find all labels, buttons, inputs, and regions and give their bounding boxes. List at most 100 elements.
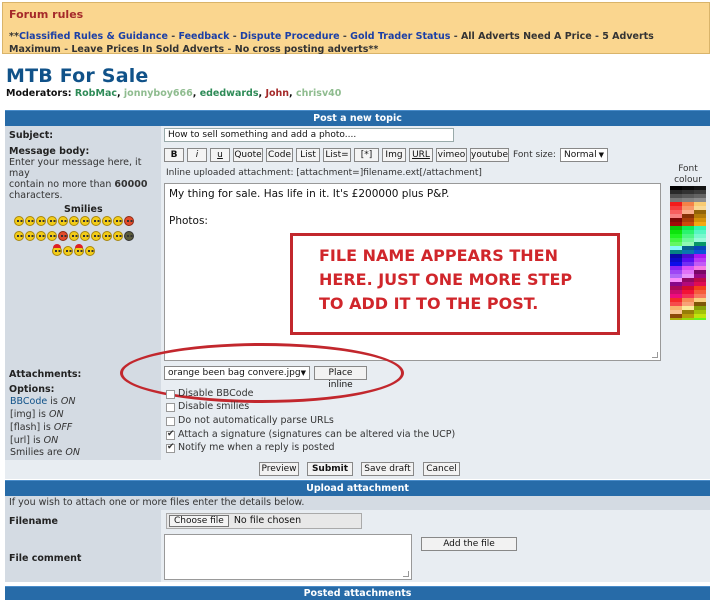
colour-swatch[interactable] — [670, 218, 682, 222]
add-file-button[interactable]: Add the file — [421, 537, 517, 551]
colour-swatch[interactable] — [694, 250, 706, 254]
colour-swatch[interactable] — [670, 270, 682, 274]
colour-swatch[interactable] — [670, 258, 682, 262]
attach-signature-checkbox[interactable] — [166, 429, 175, 440]
underline-button[interactable]: u — [210, 148, 230, 162]
forum-title[interactable]: MTB For Sale — [6, 65, 149, 87]
colour-swatch[interactable] — [694, 274, 706, 278]
subject-input[interactable]: How to sell something and add a photo...… — [164, 128, 454, 142]
smiley-icon[interactable] — [58, 231, 68, 241]
notify-reply-checkbox[interactable] — [166, 442, 175, 453]
colour-swatch[interactable] — [670, 294, 682, 298]
smiley-icon[interactable] — [58, 216, 68, 226]
moderator-link[interactable]: chrisv40 — [296, 88, 341, 99]
colour-swatch[interactable] — [694, 282, 706, 286]
rule-link-gold-trader[interactable]: Gold Trader Status — [350, 31, 450, 42]
submit-button[interactable]: Submit — [307, 462, 353, 476]
colour-swatch[interactable] — [670, 246, 682, 250]
colour-swatch[interactable] — [694, 198, 706, 202]
colour-swatch[interactable] — [682, 198, 694, 202]
smiley-icon[interactable] — [14, 231, 24, 241]
colour-swatch[interactable] — [682, 206, 694, 210]
colour-swatch[interactable] — [682, 298, 694, 302]
colour-swatch[interactable] — [682, 210, 694, 214]
colour-swatch[interactable] — [682, 242, 694, 246]
rule-link-dispute[interactable]: Dispute Procedure — [240, 31, 340, 42]
colour-swatch[interactable] — [694, 194, 706, 198]
colour-swatch[interactable] — [694, 246, 706, 250]
smiley-icon[interactable] — [36, 231, 46, 241]
colour-swatch[interactable] — [694, 262, 706, 266]
preview-button[interactable]: Preview — [259, 462, 299, 476]
file-comment-textarea[interactable] — [164, 534, 412, 580]
list-item-button[interactable]: [*] — [354, 148, 379, 162]
url-button[interactable]: URL — [409, 148, 433, 162]
colour-swatch[interactable] — [670, 278, 682, 282]
smiley-icon[interactable] — [113, 231, 123, 241]
colour-swatch[interactable] — [694, 206, 706, 210]
colour-swatch[interactable] — [694, 266, 706, 270]
font-size-select[interactable]: Normal ▼ — [560, 148, 608, 162]
smiley-icon[interactable] — [91, 216, 101, 226]
colour-swatch[interactable] — [670, 274, 682, 278]
colour-swatch[interactable] — [694, 230, 706, 234]
colour-swatch[interactable] — [682, 262, 694, 266]
smiley-icon[interactable] — [124, 216, 134, 226]
colour-swatch[interactable] — [694, 254, 706, 258]
smiley-icon[interactable] — [124, 231, 134, 241]
smiley-icon[interactable] — [80, 216, 90, 226]
smiley-icon[interactable] — [91, 231, 101, 241]
colour-swatch[interactable] — [670, 306, 682, 310]
disable-smilies-checkbox[interactable] — [166, 403, 175, 412]
colour-swatch[interactable] — [694, 238, 706, 242]
colour-swatch[interactable] — [670, 282, 682, 286]
bold-button[interactable]: B — [164, 148, 184, 162]
smiley-icon[interactable] — [102, 216, 112, 226]
smiley-icon[interactable] — [85, 246, 95, 256]
colour-swatch[interactable] — [682, 250, 694, 254]
colour-swatch[interactable] — [682, 314, 694, 318]
colour-swatch[interactable] — [670, 202, 682, 206]
list-button[interactable]: List — [296, 148, 320, 162]
colour-swatch[interactable] — [694, 242, 706, 246]
colour-swatch[interactable] — [670, 290, 682, 294]
santa-smiley-icon[interactable] — [52, 244, 62, 256]
quote-button[interactable]: Quote — [233, 148, 263, 162]
rule-link-classified[interactable]: Classified Rules & Guidance — [19, 31, 168, 42]
colour-swatch[interactable] — [670, 238, 682, 242]
colour-swatch[interactable] — [682, 234, 694, 238]
colour-swatch[interactable] — [670, 242, 682, 246]
colour-swatch[interactable] — [682, 270, 694, 274]
colour-swatch[interactable] — [694, 290, 706, 294]
img-button[interactable]: Img — [382, 148, 406, 162]
smiley-icon[interactable] — [47, 231, 57, 241]
smiley-icon[interactable] — [80, 231, 90, 241]
colour-swatch[interactable] — [694, 226, 706, 230]
font-colour-palette[interactable] — [670, 186, 706, 320]
vimeo-button[interactable]: vimeo — [436, 148, 467, 162]
colour-swatch[interactable] — [682, 318, 694, 320]
colour-swatch[interactable] — [682, 310, 694, 314]
colour-swatch[interactable] — [670, 222, 682, 226]
moderator-link[interactable]: John — [265, 88, 289, 99]
rule-link-feedback[interactable]: Feedback — [179, 31, 230, 42]
resize-handle-icon[interactable] — [403, 571, 409, 577]
colour-swatch[interactable] — [670, 302, 682, 306]
colour-swatch[interactable] — [694, 314, 706, 318]
colour-swatch[interactable] — [682, 274, 694, 278]
smiley-icon[interactable] — [63, 246, 73, 256]
colour-swatch[interactable] — [694, 190, 706, 194]
moderator-link[interactable]: jonnyboy666 — [124, 88, 193, 99]
colour-swatch[interactable] — [682, 222, 694, 226]
colour-swatch[interactable] — [682, 194, 694, 198]
colour-swatch[interactable] — [682, 286, 694, 290]
colour-swatch[interactable] — [682, 266, 694, 270]
colour-swatch[interactable] — [670, 310, 682, 314]
colour-swatch[interactable] — [682, 230, 694, 234]
moderator-link[interactable]: ededwards — [200, 88, 259, 99]
colour-swatch[interactable] — [694, 294, 706, 298]
colour-swatch[interactable] — [682, 202, 694, 206]
colour-swatch[interactable] — [670, 206, 682, 210]
smiley-icon[interactable] — [69, 231, 79, 241]
colour-swatch[interactable] — [682, 214, 694, 218]
